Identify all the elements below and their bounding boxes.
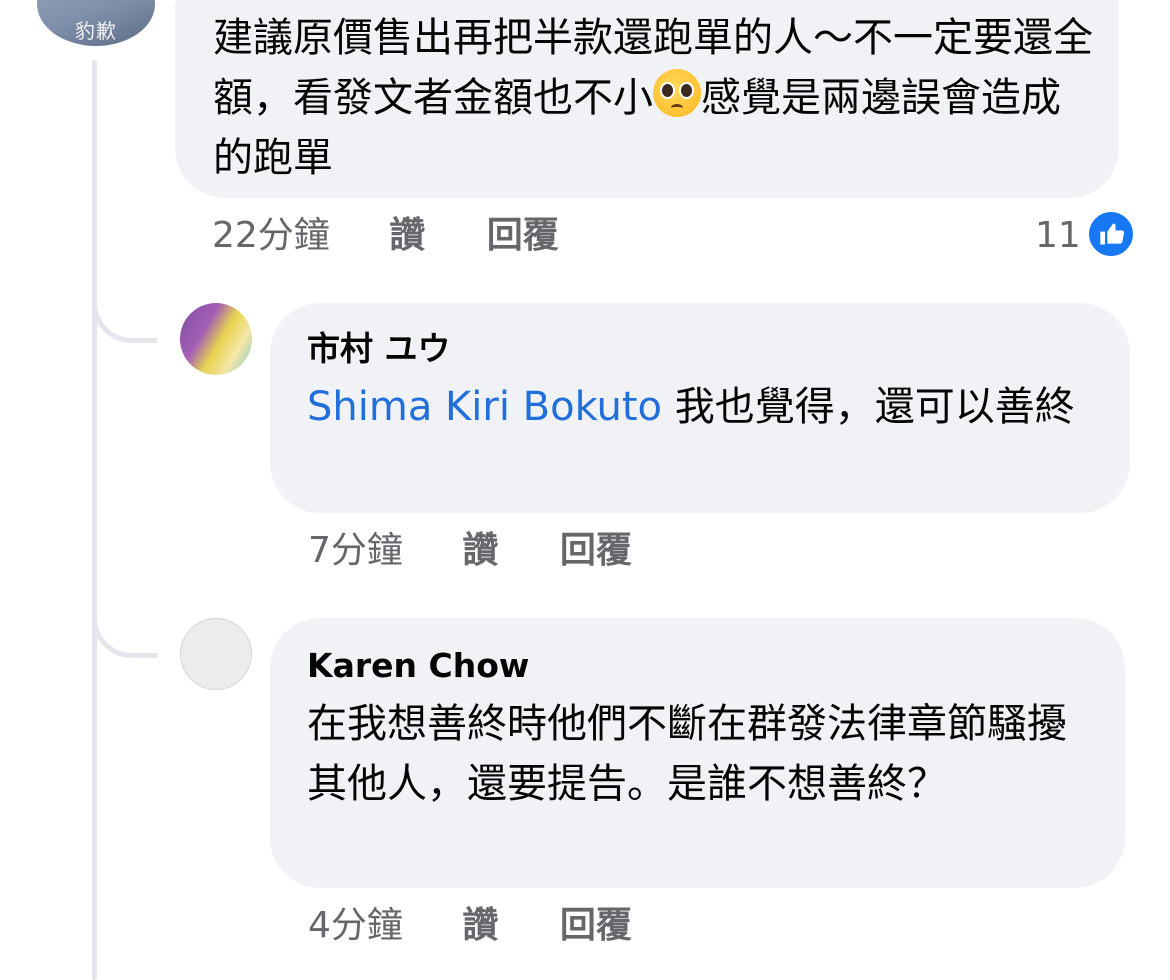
comment-bubble: 建議原價售出再把半款還跑單的人～不一定要還全額，看發文者金額也不小 感覺是兩邊誤會… [175,0,1119,198]
thread-line [92,60,97,980]
comment-author[interactable]: 市村 ユウ [307,327,1130,371]
avatar[interactable] [180,303,252,375]
reply-button[interactable]: 回覆 [560,902,632,950]
comment-timestamp[interactable]: 7分鐘 [308,527,403,575]
comment-timestamp[interactable]: 22分鐘 [212,212,330,260]
comment-bubble: 市村 ユウ Shima Kiri Bokuto 我也覺得，還可以善終 [270,303,1130,513]
comment-text: 建議原價售出再把半款還跑單的人～不一定要還全額，看發文者金額也不小 感覺是兩邊誤會… [213,8,1093,188]
comment-actions: 4分鐘 讚 回覆 [308,902,682,950]
thread-branch [92,288,157,343]
reply-button[interactable]: 回覆 [560,527,632,575]
comment-author[interactable]: Karen Chow [307,644,1125,688]
avatar-text: 豹歉 [75,19,117,43]
like-button[interactable]: 讚 [389,212,425,260]
avatar[interactable] [180,618,252,690]
comment-text: Shima Kiri Bokuto 我也覺得，還可以善終 [307,377,1107,437]
comment-bubble: Karen Chow 在我想善終時他們不斷在群發法律章節騷擾其他人，還要提告。是… [270,618,1125,888]
pleading-face-emoji-icon [653,69,701,117]
comment-body: 我也覺得，還可以善終 [662,384,1075,430]
like-thumb-icon[interactable] [1087,210,1135,258]
reaction-count[interactable]: 11 [1035,212,1081,260]
comment-timestamp[interactable]: 4分鐘 [308,902,403,950]
comment-actions: 7分鐘 讚 回覆 [308,527,682,575]
avatar[interactable]: 豹歉 [37,0,155,46]
like-button[interactable]: 讚 [462,527,498,575]
comment-actions: 22分鐘 讚 回覆 [212,212,609,260]
like-button[interactable]: 讚 [462,902,498,950]
mention-link[interactable]: Shima Kiri Bokuto [307,384,662,430]
thread-branch [92,603,157,658]
reply-button[interactable]: 回覆 [487,212,559,260]
comment-text: 在我想善終時他們不斷在群發法律章節騷擾其他人，還要提告。是誰不想善終？ [307,701,1067,807]
